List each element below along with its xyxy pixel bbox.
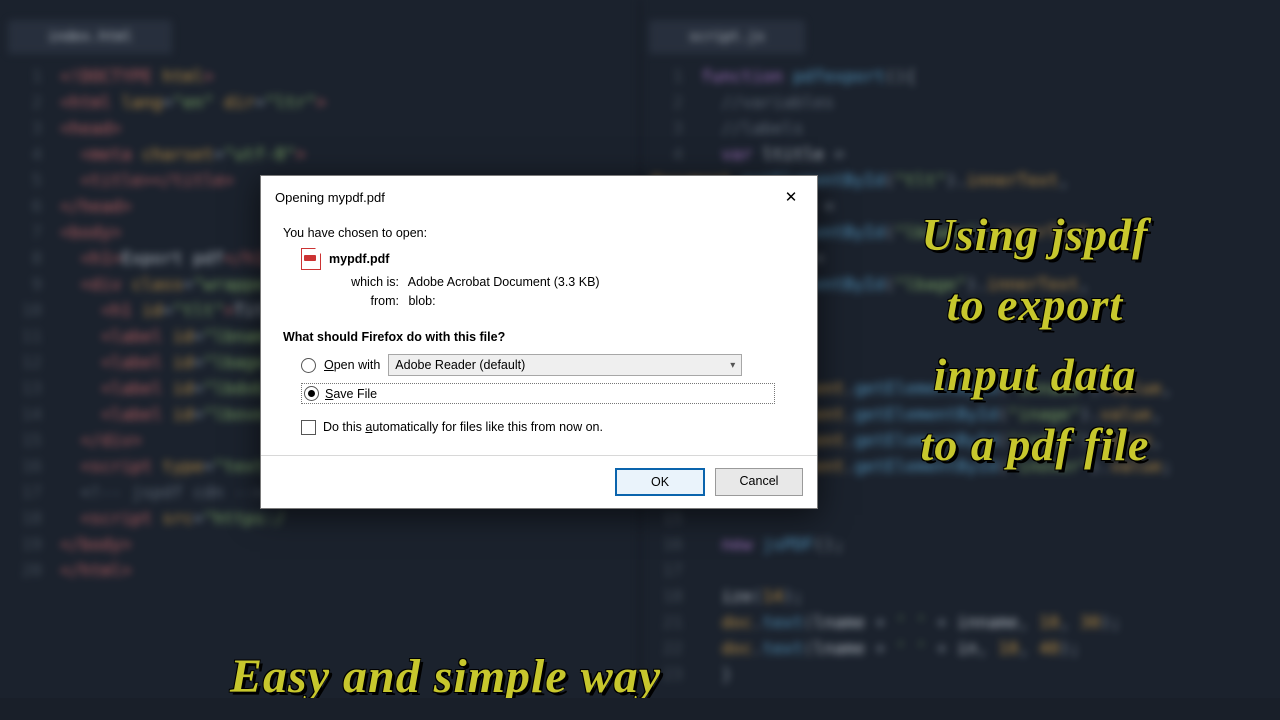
- open-with-app: Adobe Reader (default): [395, 358, 525, 372]
- save-file-radio[interactable]: [304, 386, 319, 401]
- file-source-row: from: blob:: [339, 294, 795, 308]
- file-type-row: which is: Adobe Acrobat Document (3.3 KB…: [339, 275, 795, 289]
- open-with-label: Open with: [324, 358, 380, 372]
- editor-status-bar: [0, 698, 1280, 720]
- save-file-option[interactable]: Save File: [301, 383, 775, 404]
- caption-bottom: Easy and simple way: [230, 649, 661, 704]
- pdf-file-icon: [301, 248, 321, 270]
- open-with-radio[interactable]: [301, 358, 316, 373]
- open-with-option[interactable]: Open with Adobe Reader (default) ▾: [301, 354, 795, 376]
- caption-right: Using jspdfto exportinput datato a pdf f…: [820, 200, 1250, 480]
- close-icon[interactable]: ✕: [771, 184, 811, 210]
- chevron-down-icon: ▾: [730, 360, 735, 371]
- dialog-titlebar: Opening mypdf.pdf ✕: [261, 176, 817, 218]
- editor-tab-right: script.js: [649, 20, 805, 54]
- dialog-lead: You have chosen to open:: [283, 226, 795, 240]
- cancel-button[interactable]: Cancel: [715, 468, 803, 496]
- dialog-filename: mypdf.pdf: [329, 252, 389, 266]
- dialog-title: Opening mypdf.pdf: [275, 190, 771, 205]
- do-automatically-label: Do this automatically for files like thi…: [319, 420, 602, 434]
- dialog-question: What should Firefox do with this file?: [283, 330, 795, 344]
- save-file-label: Save File: [325, 387, 377, 401]
- ok-button[interactable]: OK: [615, 468, 705, 496]
- do-automatically-option[interactable]: Do this automatically for files like thi…: [283, 420, 795, 435]
- download-dialog: Opening mypdf.pdf ✕ You have chosen to o…: [260, 175, 818, 509]
- open-with-dropdown[interactable]: Adobe Reader (default) ▾: [388, 354, 742, 376]
- do-automatically-checkbox[interactable]: [301, 420, 316, 435]
- editor-tab-left: index.html: [8, 20, 172, 54]
